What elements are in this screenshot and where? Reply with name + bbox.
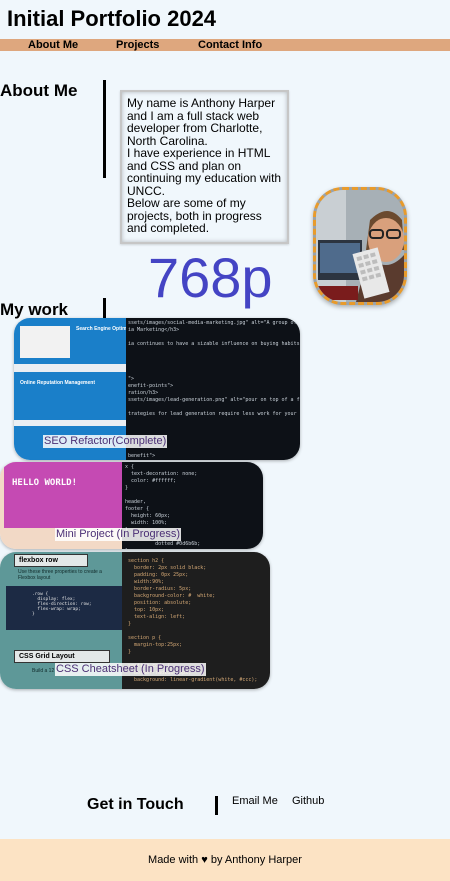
footer-author: by Anthony Harper [210,854,302,866]
thumbnail-code-block: .row { display: flex; flex-direction: ro… [6,586,122,630]
about-bio-box: My name is Anthony Harper and I am a ful… [120,90,289,244]
thumbnail-text: Use these three properties to create a F… [18,569,102,581]
thumbnail-image [20,326,70,358]
navbar: About Me Projects Contact Info [0,39,450,51]
bio-paragraph: I have experience in HTML and CSS and pl… [127,146,282,198]
nav-link-about[interactable]: About Me [28,39,78,51]
thumbnail-heading: Search Engine Optim [76,326,127,332]
about-divider [103,80,106,178]
profile-photo-image [316,190,404,302]
github-link[interactable]: Github [292,795,324,807]
footer-credit: Made with ♥ by Anthony Harper [0,854,450,866]
bio-paragraph: Below are some of my projects, both in p… [127,196,262,235]
viewport-width-readout: 768p [148,246,273,309]
thumbnail-banner [4,462,122,528]
thumbnail-heading: flexbox row [14,554,88,567]
contact-divider [215,796,218,815]
bio-paragraph: My name is Anthony Harper and I am a ful… [127,96,276,148]
profile-photo [313,187,407,305]
project-link-css-cheatsheet[interactable]: CSS Cheatsheet (In Progress) [55,663,206,676]
footer-made-with: Made with [148,854,199,866]
email-link[interactable]: Email Me [232,795,278,807]
contact-heading: Get in Touch [87,796,184,813]
code-snippet: .row { display: flex; flex-direction: ro… [32,592,92,617]
nav-link-projects[interactable]: Projects [116,39,159,51]
heart-icon: ♥ [201,854,208,866]
thumbnail-heading: HELLO WORLD! [12,478,78,488]
footer: Made with ♥ by Anthony Harper [0,839,450,881]
page-title: Initial Portfolio 2024 [7,6,217,31]
project-link-seo-refactor[interactable]: SEO Refactor(Complete) [43,435,168,448]
project-link-mini-project[interactable]: Mini Project (In Progress) [55,528,182,541]
thumbnail-heading: CSS Grid Layout [14,650,110,663]
thumbnail-text: Build a 12 [32,668,55,674]
work-divider [103,298,106,320]
about-heading: About Me [0,81,78,100]
work-heading: My work [0,300,69,319]
thumbnail-heading: Online Reputation Management [20,380,96,386]
nav-link-contact[interactable]: Contact Info [198,39,262,51]
